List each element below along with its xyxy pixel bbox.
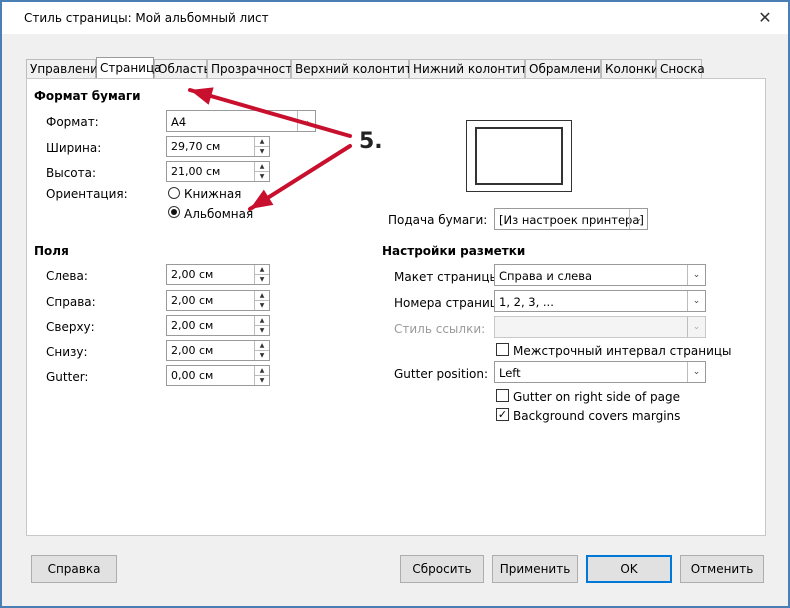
portrait-label[interactable]: Книжная [184,187,241,201]
paper-tray-label: Подача бумаги: [388,213,488,227]
paper-tray-select[interactable]: [Из настроек принтера] ⌄ [494,208,648,230]
spin-up-icon[interactable]: ▲ [255,265,269,275]
spin-down-icon[interactable]: ▼ [255,301,269,310]
spin-down-icon[interactable]: ▼ [255,351,269,360]
dialog-window: Стиль страницы: Мой альбомный лист ✕ Упр… [0,0,790,608]
margins-heading: Поля [34,244,69,258]
register-true-label[interactable]: Межстрочный интервал страницы [513,344,732,358]
orientation-label: Ориентация: [46,187,128,201]
bg-covers-checkbox[interactable]: ✓ [496,408,509,421]
tab-footer[interactable]: Нижний колонтитул [409,59,542,78]
tab-management[interactable]: Управление [26,59,105,78]
landscape-label[interactable]: Альбомная [184,207,253,221]
spin-down-icon[interactable]: ▼ [255,172,269,181]
margin-top-label: Сверху: [46,320,95,334]
spin-down-icon[interactable]: ▼ [255,326,269,335]
cancel-button[interactable]: Отменить [680,555,764,583]
step-number-annotation: 5. [359,129,383,154]
spin-up-icon[interactable]: ▲ [255,137,269,147]
margin-top-spinner[interactable]: 2,00 см ▲ ▼ [166,315,270,336]
chevron-down-icon[interactable]: ⌄ [687,265,705,285]
margin-left-value: 2,00 см [171,268,214,281]
margin-bottom-value: 2,00 см [171,344,214,357]
page-numbers-value: 1, 2, 3, ... [499,295,554,309]
chevron-down-icon[interactable]: ⌄ [629,209,647,229]
landscape-radio[interactable] [168,206,180,218]
gutter-spinner[interactable]: 0,00 см ▲ ▼ [166,365,270,386]
tab-area[interactable]: Область [154,59,211,78]
spin-down-icon[interactable]: ▼ [255,275,269,284]
page-layout-value: Справа и слева [499,269,593,283]
format-label: Формат: [46,115,99,129]
spin-up-icon[interactable]: ▲ [255,291,269,301]
ok-button[interactable]: OK [586,555,672,583]
portrait-radio[interactable] [168,187,180,199]
apply-button[interactable]: Применить [492,555,578,583]
layout-settings-heading: Настройки разметки [382,244,526,258]
tab-page[interactable]: Страница [96,57,162,78]
height-value: 21,00 см [171,165,221,178]
page-preview [466,120,572,192]
gutter-right-checkbox[interactable] [496,389,509,402]
chevron-down-icon: ⌄ [687,317,705,337]
gutter-label: Gutter: [46,370,89,384]
chevron-down-icon[interactable]: ⌄ [687,362,705,382]
height-spinner[interactable]: 21,00 см ▲ ▼ [166,161,270,182]
page-numbers-label: Номера страниц: [394,296,502,310]
spin-up-icon[interactable]: ▲ [255,341,269,351]
margin-left-label: Слева: [46,269,88,283]
margin-left-spinner[interactable]: 2,00 см ▲ ▼ [166,264,270,285]
ref-style-select: ⌄ [494,316,706,338]
page-numbers-select[interactable]: 1, 2, 3, ... ⌄ [494,290,706,312]
ref-style-label: Стиль ссылки: [394,322,486,336]
width-spinner[interactable]: 29,70 см ▲ ▼ [166,136,270,157]
margin-right-value: 2,00 см [171,294,214,307]
tab-borders[interactable]: Обрамление [525,59,608,78]
format-select[interactable]: A4 ⌄ [166,110,316,132]
margin-bottom-spinner[interactable]: 2,00 см ▲ ▼ [166,340,270,361]
close-icon[interactable]: ✕ [750,7,780,29]
format-value: A4 [171,115,187,129]
gutter-right-label[interactable]: Gutter on right side of page [513,390,680,404]
help-button[interactable]: Справка [31,555,117,583]
paper-format-heading: Формат бумаги [34,89,141,103]
height-label: Высота: [46,166,97,180]
margin-right-spinner[interactable]: 2,00 см ▲ ▼ [166,290,270,311]
margin-bottom-label: Снизу: [46,345,88,359]
gutter-value: 0,00 см [171,369,214,382]
page-layout-label: Макет страницы: [394,270,504,284]
margin-right-label: Справа: [46,295,96,309]
margin-top-value: 2,00 см [171,319,214,332]
width-value: 29,70 см [171,140,221,153]
width-label: Ширина: [46,141,102,155]
spin-up-icon[interactable]: ▲ [255,366,269,376]
tab-footnote[interactable]: Сноска [656,59,705,78]
tab-columns[interactable]: Колонки [601,59,659,78]
tab-header[interactable]: Верхний колонтитул [291,59,427,78]
page-preview-margins [475,127,563,185]
bg-covers-label[interactable]: Background covers margins [513,409,680,423]
spin-up-icon[interactable]: ▲ [255,162,269,172]
chevron-down-icon[interactable]: ⌄ [297,111,315,131]
register-true-checkbox[interactable] [496,343,509,356]
spin-down-icon[interactable]: ▼ [255,376,269,385]
window-title: Стиль страницы: Мой альбомный лист [24,11,269,25]
gutter-position-select[interactable]: Left ⌄ [494,361,706,383]
gutter-position-value: Left [499,366,521,380]
spin-up-icon[interactable]: ▲ [255,316,269,326]
paper-tray-value: [Из настроек принтера] [499,213,644,227]
reset-button[interactable]: Сбросить [400,555,484,583]
tab-transparency[interactable]: Прозрачность [207,59,299,78]
spin-down-icon[interactable]: ▼ [255,147,269,156]
title-bar: Стиль страницы: Мой альбомный лист ✕ [2,2,788,34]
page-layout-select[interactable]: Справа и слева ⌄ [494,264,706,286]
chevron-down-icon[interactable]: ⌄ [687,291,705,311]
gutter-position-label: Gutter position: [394,367,489,381]
